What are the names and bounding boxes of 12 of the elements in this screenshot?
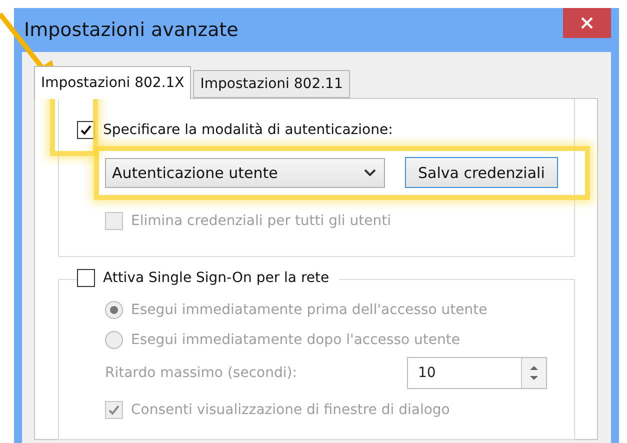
window-title: Impostazioni avanzate [23,19,238,41]
radio-label: Esegui immediatamente prima dell'accesso utente [131,302,488,318]
checkbox-label: Specificare la modalità di autenticazione: [103,122,393,138]
delay-label: Ritardo massimo (secondi): [105,365,297,381]
radio-label: Esegui immediatamente dopo l'accesso utente [131,332,460,348]
save-credentials-button[interactable]: Salva credenziali [405,157,558,188]
tab[interactable]: Impostazioni 802.11 [193,70,350,98]
checkbox-label: Attiva Single Sign-On per la rete [103,270,330,286]
checkbox-label: Elimina credenziali per tutti gli utenti [131,213,391,229]
checkbox-label: Consenti visualizzazione di finestre di dialogo [131,402,450,418]
dropdown[interactable]: Autenticazione utente [105,158,385,188]
tab[interactable]: Impostazioni 802.1X [34,66,192,99]
